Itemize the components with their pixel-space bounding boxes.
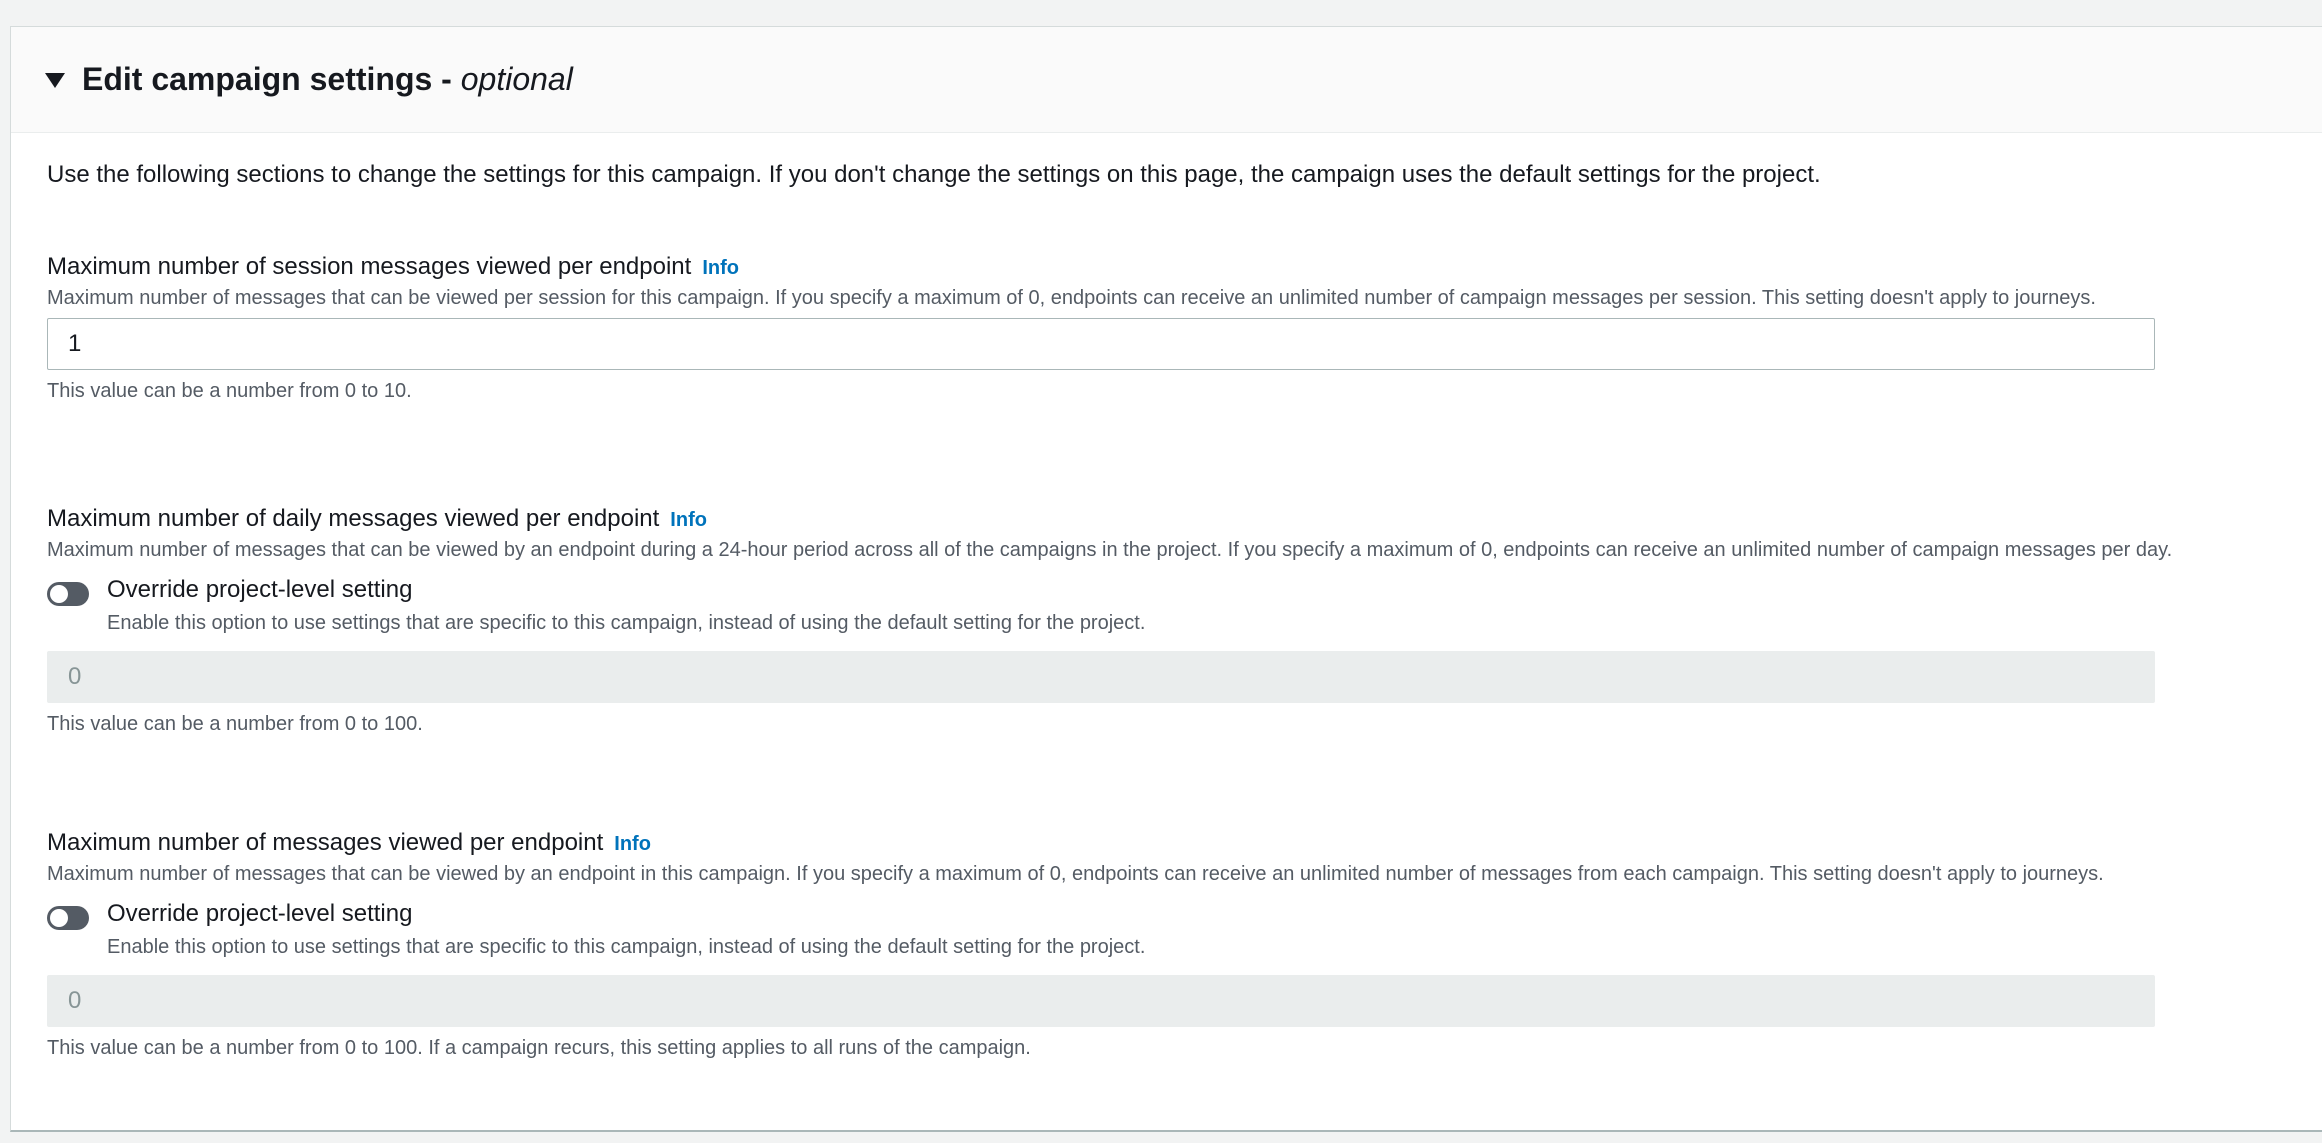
endpoint-override-text: Override project-level setting Enable th… xyxy=(107,900,1145,959)
endpoint-messages-description: Maximum number of messages that can be v… xyxy=(47,863,2104,885)
endpoint-override-label: Override project-level setting xyxy=(107,900,413,927)
daily-messages-label-text: Maximum number of daily messages viewed … xyxy=(47,505,660,532)
daily-messages-info-link[interactable]: Info xyxy=(670,509,707,532)
daily-messages-field: Maximum number of daily messages viewed … xyxy=(47,505,2172,736)
daily-messages-hint: This value can be a number from 0 to 100… xyxy=(47,713,423,735)
toggle-knob xyxy=(50,909,68,927)
caret-down-icon[interactable] xyxy=(45,73,65,88)
session-messages-field: Maximum number of session messages viewe… xyxy=(47,253,2155,403)
endpoint-messages-label: Maximum number of messages viewed per en… xyxy=(47,829,2155,857)
toggle-knob xyxy=(50,585,68,603)
session-messages-label: Maximum number of session messages viewe… xyxy=(47,253,2155,281)
daily-messages-input[interactable] xyxy=(47,651,2155,703)
section-title-text: Edit campaign settings - xyxy=(82,61,461,97)
endpoint-messages-info-link[interactable]: Info xyxy=(614,833,651,856)
endpoint-messages-input[interactable] xyxy=(47,975,2155,1027)
section-intro: Use the following sections to change the… xyxy=(47,161,1821,188)
daily-messages-description: Maximum number of messages that can be v… xyxy=(47,539,2173,561)
session-messages-hint: This value can be a number from 0 to 10. xyxy=(47,380,412,402)
daily-override-toggle[interactable] xyxy=(47,582,89,606)
daily-override-label: Override project-level setting xyxy=(107,576,413,603)
session-messages-label-text: Maximum number of session messages viewe… xyxy=(47,253,692,280)
endpoint-override-description: Enable this option to use settings that … xyxy=(107,936,1146,958)
endpoint-override-toggle[interactable] xyxy=(47,906,89,930)
daily-override-description: Enable this option to use settings that … xyxy=(107,612,1146,634)
session-messages-input[interactable] xyxy=(47,318,2155,370)
daily-override-text: Override project-level setting Enable th… xyxy=(107,576,1145,635)
endpoint-override-toggle-row: Override project-level setting Enable th… xyxy=(47,900,2155,959)
campaign-settings-panel: Edit campaign settings - optional Use th… xyxy=(10,26,2322,1132)
session-messages-info-link[interactable]: Info xyxy=(702,257,739,280)
session-messages-description: Maximum number of messages that can be v… xyxy=(47,287,2096,309)
endpoint-messages-field: Maximum number of messages viewed per en… xyxy=(47,829,2155,1060)
section-title: Edit campaign settings - optional xyxy=(82,61,573,98)
section-title-optional: optional xyxy=(460,61,573,97)
daily-messages-label: Maximum number of daily messages viewed … xyxy=(47,505,2172,533)
section-header[interactable]: Edit campaign settings - optional xyxy=(11,27,2322,133)
endpoint-messages-label-text: Maximum number of messages viewed per en… xyxy=(47,829,604,856)
endpoint-messages-hint: This value can be a number from 0 to 100… xyxy=(47,1037,1031,1059)
daily-override-toggle-row: Override project-level setting Enable th… xyxy=(47,576,2172,635)
